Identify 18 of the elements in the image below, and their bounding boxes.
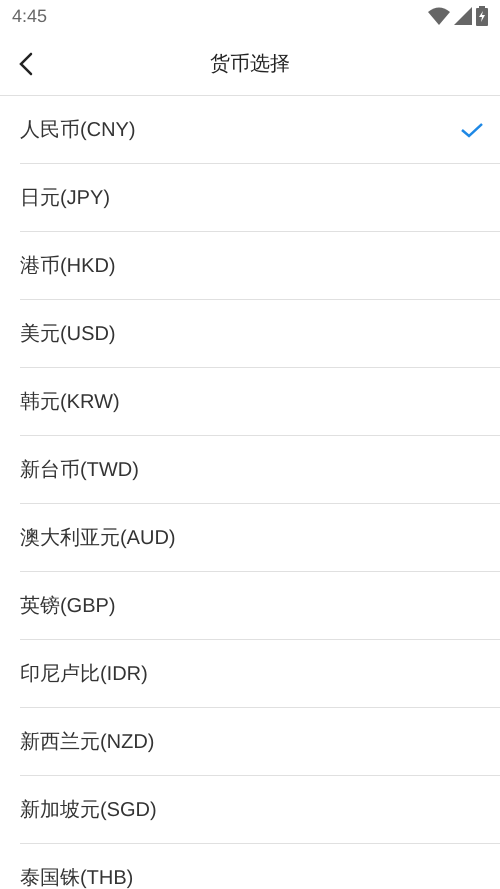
currency-label: 新台币(TWD) [20,458,139,482]
battery-icon [476,6,488,26]
currency-label: 韩元(KRW) [20,390,120,414]
currency-label: 澳大利亚元(AUD) [20,526,176,550]
currency-label: 人民币(CNY) [20,118,136,142]
currency-label: 泰国铢(THB) [20,866,134,889]
currency-label: 英镑(GBP) [20,594,116,618]
currency-label: 新加坡元(SGD) [20,798,157,822]
currency-label: 新西兰元(NZD) [20,730,154,754]
currency-label: 港币(HKD) [20,254,116,278]
page-title: 货币选择 [210,52,290,76]
currency-label: 日元(JPY) [20,186,110,210]
currency-label: 印尼卢比(IDR) [20,662,148,686]
signal-icon [454,7,472,25]
wifi-icon [428,7,450,25]
currency-label: 美元(USD) [20,322,116,346]
back-chevron-icon [19,52,33,76]
status-time: 4:45 [12,4,48,28]
